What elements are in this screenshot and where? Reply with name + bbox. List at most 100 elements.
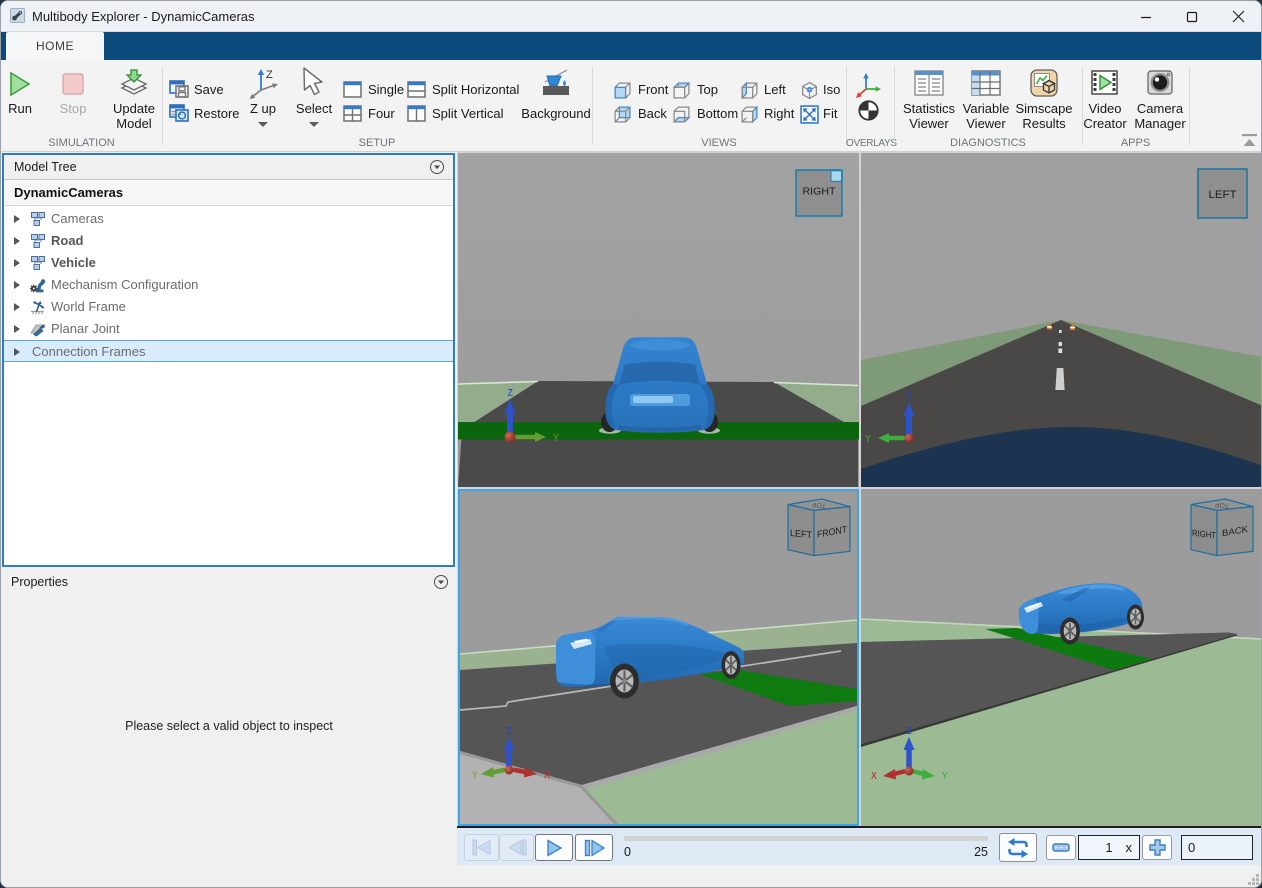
view-front-button[interactable]: Front (638, 82, 668, 97)
minus-icon (1052, 843, 1070, 852)
variable-viewer-button-line2[interactable]: Viewer (966, 116, 1006, 131)
expand-arrow-icon[interactable] (14, 215, 20, 223)
camera-manager-button[interactable]: Camera (1137, 101, 1183, 116)
resize-grip-icon[interactable] (1248, 874, 1260, 886)
select-icon[interactable] (299, 67, 329, 99)
select-button[interactable]: Select (296, 101, 332, 116)
run-icon[interactable] (8, 71, 32, 97)
video-creator-icon[interactable] (1091, 70, 1118, 95)
video-creator-button-line2[interactable]: Creator (1083, 116, 1126, 131)
collapse-ribbon-icon[interactable] (1241, 134, 1258, 147)
simscape-results-icon[interactable] (1030, 69, 1058, 97)
background-button[interactable]: Background (521, 106, 590, 121)
simscape-results-button-line2[interactable]: Results (1022, 116, 1065, 131)
four-pane-icon[interactable] (343, 105, 362, 122)
z-up-button[interactable]: Z up (250, 101, 276, 116)
expand-arrow-icon[interactable] (14, 281, 20, 289)
tree-item-world-frame[interactable]: World Frame (4, 296, 453, 318)
view-fit-icon[interactable] (800, 105, 819, 124)
tab-home[interactable]: HOME (6, 32, 104, 60)
view-iso-button[interactable]: Iso (823, 82, 840, 97)
z-up-dropdown-icon[interactable] (258, 122, 268, 127)
center-of-mass-overlay-icon[interactable] (858, 100, 879, 121)
view-back-button[interactable]: Back (638, 106, 667, 121)
save-icon[interactable] (169, 80, 190, 98)
variable-viewer-button[interactable]: Variable (963, 101, 1010, 116)
statistics-viewer-button[interactable]: Statistics (903, 101, 955, 116)
step-forward-button[interactable] (575, 834, 613, 861)
view-bottom-icon[interactable] (672, 105, 691, 124)
restore-icon[interactable] (169, 104, 190, 122)
view-front-icon[interactable] (613, 81, 632, 100)
camera-manager-button-line2[interactable]: Manager (1134, 116, 1185, 131)
view-top-icon[interactable] (672, 81, 691, 100)
z-up-icon[interactable]: Z (247, 68, 281, 100)
camera-manager-icon[interactable] (1147, 70, 1173, 95)
loop-button[interactable] (999, 833, 1037, 862)
time-field[interactable]: 0 (1181, 835, 1253, 860)
update-model-button[interactable]: Update (113, 101, 155, 116)
view-left-button[interactable]: Left (764, 82, 786, 97)
split-vertical-icon[interactable] (407, 105, 426, 122)
tree-root-node[interactable]: DynamicCameras (4, 180, 453, 206)
expand-arrow-icon[interactable] (14, 348, 20, 356)
view-cube[interactable]: LEFT FRONT TOP (788, 499, 850, 556)
view-top-button[interactable]: Top (697, 82, 718, 97)
close-button[interactable] (1215, 1, 1261, 32)
statistics-viewer-button-line2[interactable]: Viewer (909, 116, 949, 131)
variable-viewer-icon[interactable] (971, 70, 1001, 96)
video-creator-button[interactable]: Video (1088, 101, 1121, 116)
speed-field[interactable]: 1 x (1078, 835, 1140, 860)
tree-item-road[interactable]: Road (4, 230, 453, 252)
split-vertical-button[interactable]: Split Vertical (432, 106, 504, 121)
simscape-results-button[interactable]: Simscape (1015, 101, 1072, 116)
four-pane-button[interactable]: Four (368, 106, 395, 121)
time-slider[interactable] (624, 836, 988, 841)
view-right-button[interactable]: Right (764, 106, 794, 121)
single-pane-icon[interactable] (343, 81, 362, 98)
select-dropdown-icon[interactable] (309, 122, 319, 127)
maximize-button[interactable] (1169, 1, 1215, 32)
save-button[interactable]: Save (194, 82, 224, 97)
view-right-icon[interactable] (740, 105, 759, 124)
tree-item-connection-frames[interactable]: Connection Frames (4, 340, 453, 362)
viewport-bottom-right[interactable]: Z X Y RIGHT BACK TOP (861, 489, 1262, 826)
view-left-icon[interactable] (740, 81, 759, 100)
frames-overlay-icon[interactable] (855, 72, 883, 98)
view-bottom-button[interactable]: Bottom (697, 106, 738, 121)
background-icon[interactable] (537, 68, 575, 102)
play-button[interactable] (535, 834, 573, 861)
properties-menu-icon[interactable] (433, 574, 449, 590)
tree-item-cameras[interactable]: Cameras (4, 208, 453, 230)
viewport-bottom-left-active[interactable]: Z Y X LEFT FRONT TOP (458, 489, 859, 826)
tree-item-planar-joint[interactable]: Planar Joint (4, 318, 453, 340)
expand-arrow-icon[interactable] (14, 303, 20, 311)
expand-arrow-icon[interactable] (14, 325, 20, 333)
split-horizontal-icon[interactable] (407, 81, 426, 98)
update-model-button-line2[interactable]: Model (116, 116, 151, 131)
tree-item-mechanism-configuration[interactable]: Mechanism Configuration (4, 274, 453, 296)
tree-item-vehicle[interactable]: Vehicle (4, 252, 453, 274)
statistics-viewer-icon[interactable] (914, 70, 944, 96)
split-horizontal-button[interactable]: Split Horizontal (432, 82, 519, 97)
restore-button[interactable]: Restore (194, 106, 240, 121)
viewport-top-left[interactable]: Z Y RIGHT (458, 153, 859, 487)
view-cube[interactable]: RIGHT BACK TOP (1191, 499, 1253, 556)
single-pane-button[interactable]: Single (368, 82, 404, 97)
model-tree-menu-icon[interactable] (429, 159, 445, 175)
view-fit-button[interactable]: Fit (823, 106, 837, 121)
speed-increase-button[interactable] (1142, 835, 1172, 860)
view-cube[interactable]: RIGHT (796, 170, 842, 216)
update-model-icon[interactable] (120, 69, 148, 99)
expand-arrow-icon[interactable] (14, 259, 20, 267)
view-iso-icon[interactable] (800, 81, 819, 100)
section-label-setup: SETUP (162, 137, 592, 149)
expand-arrow-icon[interactable] (14, 237, 20, 245)
play-icon (545, 839, 563, 857)
minimize-button[interactable] (1123, 1, 1169, 32)
viewport-top-right[interactable]: Z Y LEFT (861, 153, 1262, 487)
speed-decrease-button[interactable] (1046, 835, 1076, 860)
view-cube[interactable]: LEFT (1198, 169, 1247, 218)
view-back-icon[interactable] (613, 105, 632, 124)
run-button[interactable]: Run (8, 101, 32, 116)
